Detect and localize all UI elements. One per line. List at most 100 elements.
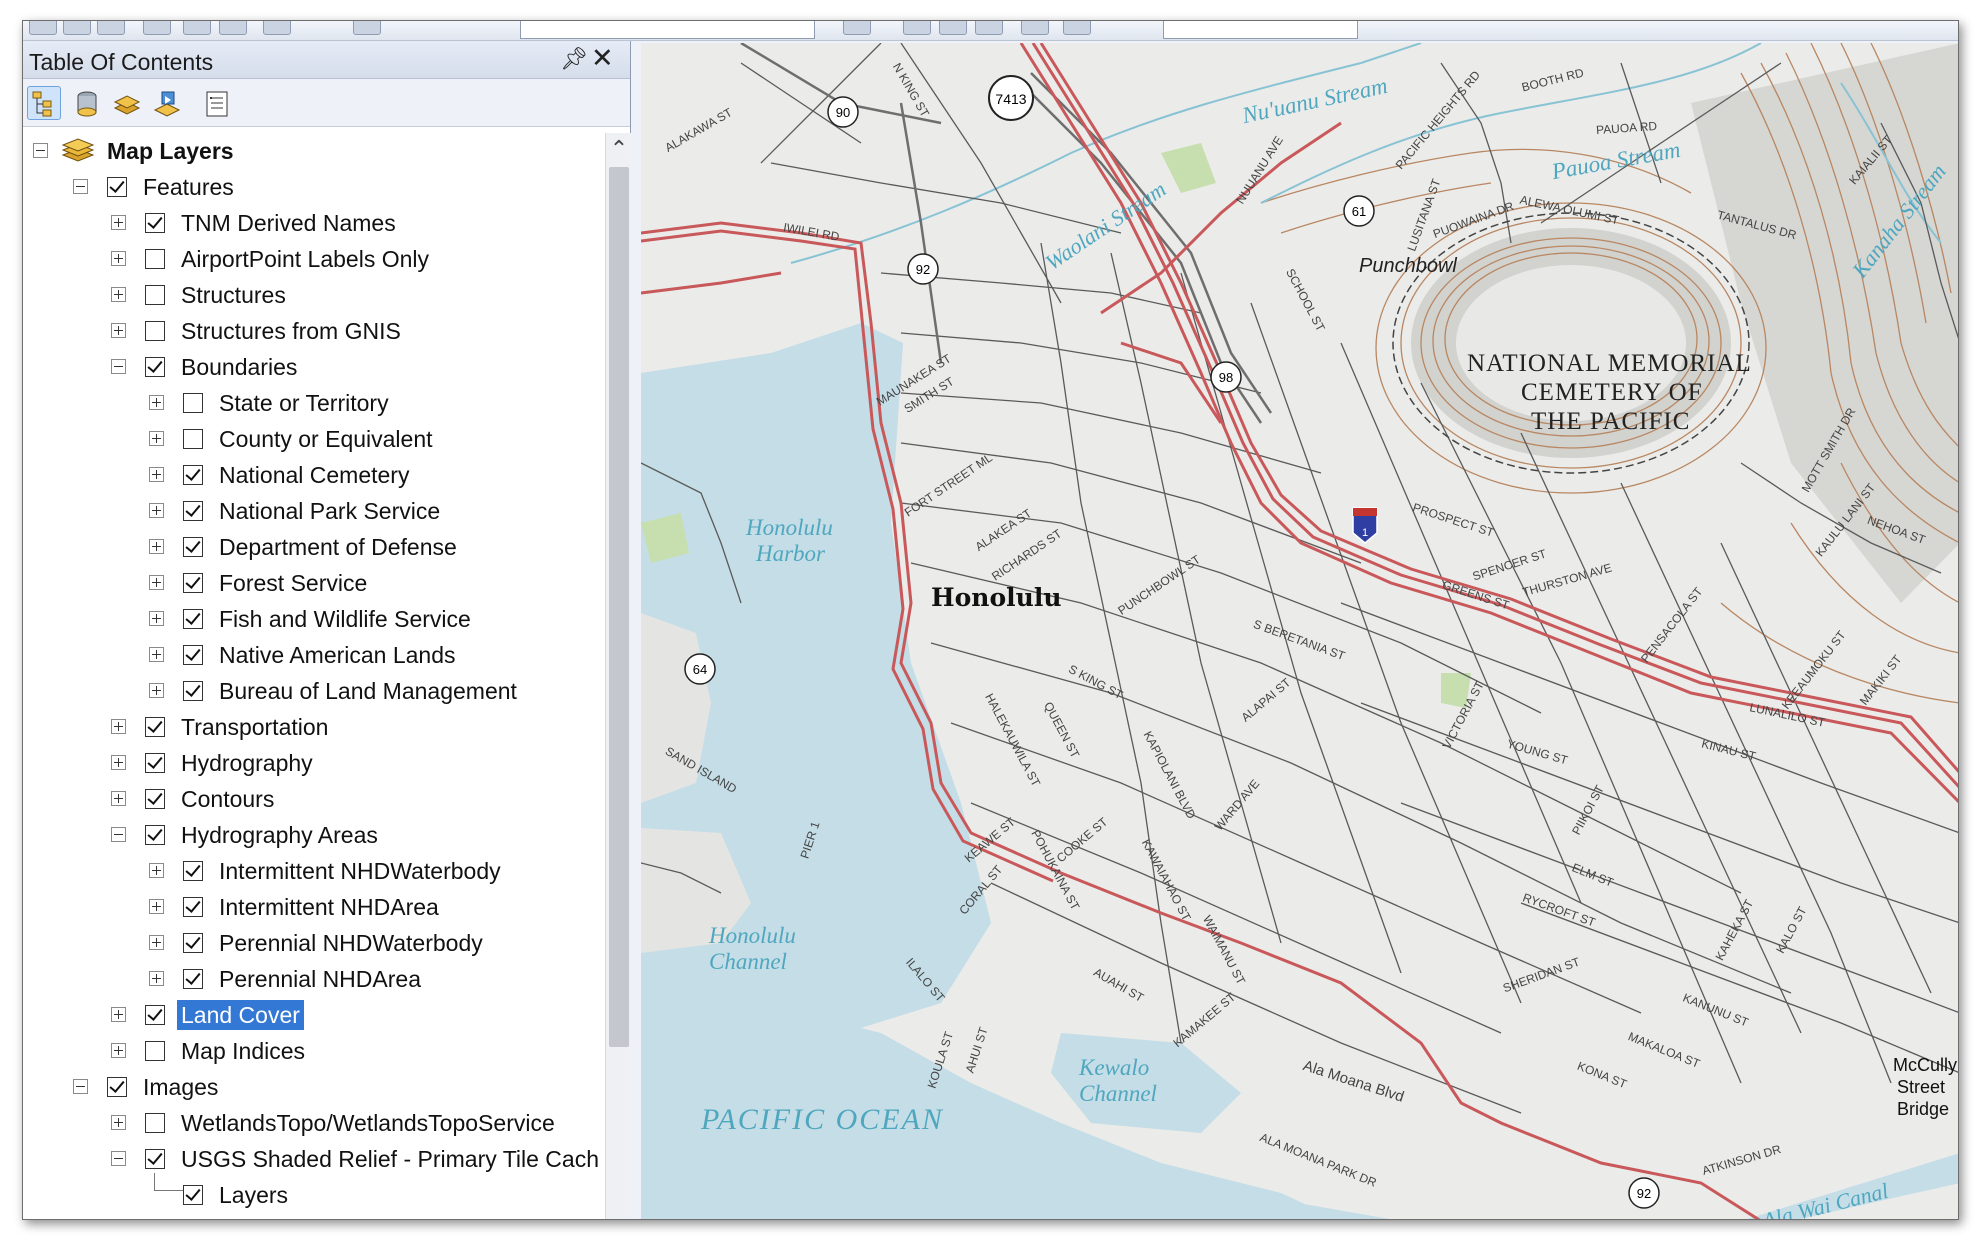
tree-row-map-layers[interactable]: Map Layers: [23, 133, 605, 168]
tree-row-wetlandstopo[interactable]: WetlandsTopo/WetlandsTopoService: [23, 1105, 605, 1140]
layer-checkbox[interactable]: [107, 177, 127, 197]
expand-toggle[interactable]: [149, 503, 164, 518]
layer-checkbox[interactable]: [145, 825, 165, 845]
tree-row-national-park-service[interactable]: National Park Service: [23, 493, 605, 528]
tree-row-usgs-shaded-relief[interactable]: USGS Shaded Relief - Primary Tile Cach: [23, 1141, 605, 1176]
layer-checkbox[interactable]: [183, 969, 203, 989]
tree-row-features[interactable]: Features: [23, 169, 605, 204]
tree-row-forest-service[interactable]: Forest Service: [23, 565, 605, 600]
toolbar-button[interactable]: [183, 21, 211, 35]
expand-toggle[interactable]: [149, 935, 164, 950]
layer-checkbox[interactable]: [183, 429, 203, 449]
toc-scrollbar[interactable]: ⌃: [605, 133, 632, 1219]
tree-row-perennial-nhdarea[interactable]: Perennial NHDArea: [23, 961, 605, 996]
toolbar-button[interactable]: [263, 21, 291, 35]
collapse-toggle[interactable]: [111, 1151, 126, 1166]
toolbar-button[interactable]: [353, 21, 381, 35]
list-by-selection-icon[interactable]: [149, 86, 183, 120]
layer-checkbox[interactable]: [183, 897, 203, 917]
expand-toggle[interactable]: [149, 431, 164, 446]
expand-toggle[interactable]: [149, 467, 164, 482]
expand-toggle[interactable]: [111, 1007, 126, 1022]
tree-row-department-of-defense[interactable]: Department of Defense: [23, 529, 605, 564]
tree-row-airportpoint-labels[interactable]: AirportPoint Labels Only: [23, 241, 605, 276]
list-by-drawing-order-icon[interactable]: [27, 86, 61, 120]
expand-toggle[interactable]: [149, 395, 164, 410]
layer-checkbox[interactable]: [183, 681, 203, 701]
scroll-thumb[interactable]: [609, 167, 629, 1047]
expand-toggle[interactable]: [149, 683, 164, 698]
toolbar-button[interactable]: [975, 21, 1003, 35]
layer-checkbox[interactable]: [145, 1041, 165, 1061]
tree-row-map-indices[interactable]: Map Indices: [23, 1033, 605, 1068]
layer-checkbox[interactable]: [145, 753, 165, 773]
tree-row-images[interactable]: Images: [23, 1069, 605, 1104]
tree-row-state-territory[interactable]: State or Territory: [23, 385, 605, 420]
toolbar-button[interactable]: [219, 21, 247, 35]
toolbar-button[interactable]: [143, 21, 171, 35]
expand-toggle[interactable]: [111, 791, 126, 806]
expand-toggle[interactable]: [149, 539, 164, 554]
expand-toggle[interactable]: [149, 899, 164, 914]
tree-row-perennial-nhdwaterbody[interactable]: Perennial NHDWaterbody: [23, 925, 605, 960]
list-by-visibility-icon[interactable]: [109, 86, 143, 120]
layer-checkbox[interactable]: [107, 1077, 127, 1097]
toolbar-combo[interactable]: [520, 21, 815, 39]
collapse-toggle[interactable]: [73, 179, 88, 194]
toolbar-button[interactable]: [29, 21, 57, 35]
collapse-toggle[interactable]: [111, 827, 126, 842]
layer-checkbox[interactable]: [145, 285, 165, 305]
toolbar-button[interactable]: [63, 21, 91, 35]
tree-row-hydrography[interactable]: Hydrography: [23, 745, 605, 780]
tree-row-fish-wildlife[interactable]: Fish and Wildlife Service: [23, 601, 605, 636]
tree-row-intermittent-nhdarea[interactable]: Intermittent NHDArea: [23, 889, 605, 924]
expand-toggle[interactable]: [149, 863, 164, 878]
layer-checkbox[interactable]: [183, 573, 203, 593]
layer-checkbox[interactable]: [183, 933, 203, 953]
expand-toggle[interactable]: [111, 287, 126, 302]
expand-toggle[interactable]: [111, 215, 126, 230]
layer-checkbox[interactable]: [145, 717, 165, 737]
layer-checkbox[interactable]: [183, 501, 203, 521]
layer-checkbox[interactable]: [183, 609, 203, 629]
map-view[interactable]: 7413 90 92 61 98 64 92 1 Honolulu Punchb…: [641, 43, 1958, 1219]
layer-checkbox[interactable]: [183, 645, 203, 665]
close-icon[interactable]: ✕: [591, 43, 614, 74]
tree-row-tnm-derived-names[interactable]: TNM Derived Names: [23, 205, 605, 240]
tree-row-county[interactable]: County or Equivalent: [23, 421, 605, 456]
layer-checkbox[interactable]: [145, 1113, 165, 1133]
collapse-toggle[interactable]: [33, 143, 48, 158]
toolbar-button[interactable]: [97, 21, 125, 35]
tree-row-structures-gnis[interactable]: Structures from GNIS: [23, 313, 605, 348]
layer-checkbox[interactable]: [145, 321, 165, 341]
expand-toggle[interactable]: [111, 1115, 126, 1130]
expand-toggle[interactable]: [149, 647, 164, 662]
toolbar-button[interactable]: [939, 21, 967, 35]
expand-toggle[interactable]: [111, 755, 126, 770]
layer-checkbox[interactable]: [145, 789, 165, 809]
tree-row-intermittent-nhdwaterbody[interactable]: Intermittent NHDWaterbody: [23, 853, 605, 888]
expand-toggle[interactable]: [149, 971, 164, 986]
pin-icon[interactable]: 📌︎: [560, 46, 588, 72]
tree-label-selected[interactable]: Land Cover: [177, 1000, 304, 1030]
expand-toggle[interactable]: [149, 611, 164, 626]
tree-row-blm[interactable]: Bureau of Land Management: [23, 673, 605, 708]
layer-checkbox[interactable]: [183, 393, 203, 413]
scroll-up-icon[interactable]: ⌃: [606, 137, 632, 161]
toolbar-button[interactable]: [1021, 21, 1049, 35]
expand-toggle[interactable]: [111, 1043, 126, 1058]
layer-checkbox[interactable]: [183, 861, 203, 881]
tree-row-layers[interactable]: Layers: [23, 1177, 605, 1212]
list-by-source-icon[interactable]: [69, 86, 103, 120]
layer-checkbox[interactable]: [145, 249, 165, 269]
expand-toggle[interactable]: [149, 575, 164, 590]
tree-row-land-cover[interactable]: Land Cover: [23, 997, 605, 1032]
layer-checkbox[interactable]: [145, 213, 165, 233]
expand-toggle[interactable]: [111, 719, 126, 734]
expand-toggle[interactable]: [111, 323, 126, 338]
layer-checkbox[interactable]: [145, 357, 165, 377]
tree-row-native-american[interactable]: Native American Lands: [23, 637, 605, 672]
tree-row-national-cemetery[interactable]: National Cemetery: [23, 457, 605, 492]
layer-checkbox[interactable]: [145, 1005, 165, 1025]
expand-toggle[interactable]: [111, 251, 126, 266]
